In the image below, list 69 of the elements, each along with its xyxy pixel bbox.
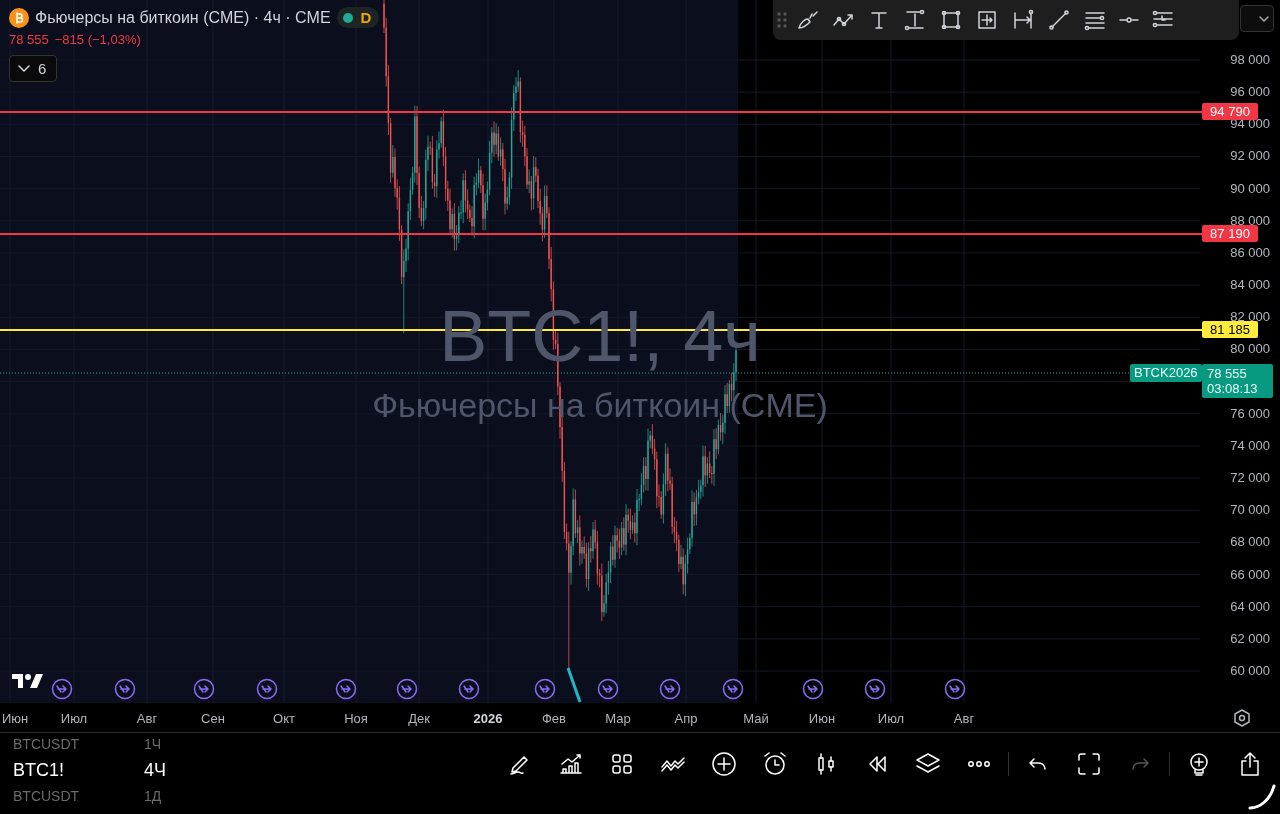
- time-label: Июн: [807, 711, 837, 726]
- more-icon: [967, 760, 991, 768]
- time-label: Апр: [673, 711, 699, 726]
- horizontal-line-icon: [1119, 16, 1139, 24]
- status-dot: [342, 12, 353, 23]
- corner-arc-icon: [1248, 782, 1276, 810]
- price-tick: 92 000: [1230, 148, 1270, 165]
- brush-icon: [795, 8, 819, 32]
- logo-icon: [12, 672, 44, 690]
- chevron-down-icon: [18, 64, 30, 73]
- level-price-label: 94 790: [1202, 103, 1258, 120]
- time-label: Авг: [135, 711, 159, 726]
- time-label: Дек: [407, 711, 431, 726]
- last-price: 78 555: [9, 32, 49, 47]
- price-tick: 84 000: [1230, 277, 1270, 294]
- plus-circle-icon: [711, 751, 737, 777]
- settings-button[interactable]: [1232, 708, 1252, 728]
- bar-chart-icon: [558, 751, 584, 777]
- level-price-label: 81 185: [1202, 321, 1258, 338]
- price-tick: 74 000: [1230, 437, 1270, 454]
- price-tick: 76 000: [1230, 405, 1270, 422]
- price-range-icon: [975, 8, 999, 32]
- price-tick: 62 000: [1230, 630, 1270, 647]
- time-label: Мар: [604, 711, 632, 726]
- time-label: Сен: [200, 711, 226, 726]
- coin-icon: [9, 7, 29, 28]
- time-label: Июл: [876, 711, 906, 726]
- contract-label: BTCK2026: [1130, 364, 1202, 382]
- time-label: Окт: [272, 711, 296, 726]
- bar-countdown: 03:08:13: [1207, 381, 1259, 396]
- dropdown-button[interactable]: [1240, 5, 1274, 32]
- chevron-down-icon: [1259, 15, 1269, 22]
- fullscreen-icon: [1076, 751, 1102, 777]
- price-tick: 80 000: [1230, 341, 1270, 358]
- drag-handle-icon: [777, 12, 787, 28]
- level-price-label: 87 190: [1202, 225, 1258, 242]
- price-tick: 86 000: [1230, 244, 1270, 261]
- price-tick: 90 000: [1230, 180, 1270, 197]
- price-tick: 96 000: [1230, 84, 1270, 101]
- time-label: Авг: [952, 711, 976, 726]
- price-tick: 64 000: [1230, 598, 1270, 615]
- price-tick: 60 000: [1230, 663, 1270, 680]
- time-label: Ноя: [343, 711, 369, 726]
- time-label: Июл: [59, 711, 89, 726]
- symbol-option[interactable]: BTCUSDT 1Д: [13, 785, 166, 807]
- price-tick: 72 000: [1230, 470, 1270, 487]
- symbol-option[interactable]: BTCUSDT 1Ч: [13, 733, 166, 755]
- last-price: 78 555: [1207, 366, 1248, 381]
- time-label: Май: [742, 711, 770, 726]
- price-tick: 66 000: [1230, 566, 1270, 583]
- indicator-line: [566, 667, 582, 703]
- price-tick: 98 000: [1230, 52, 1270, 68]
- time-label: Фев: [541, 711, 567, 726]
- price-change: −815 (−1,03%): [54, 32, 141, 47]
- rectangle-icon: [939, 8, 963, 32]
- collapse-button[interactable]: 6: [9, 55, 57, 82]
- price-tick: 70 000: [1230, 502, 1270, 519]
- settings-icon: [1232, 708, 1252, 728]
- alarm-clock-icon: [762, 751, 788, 777]
- date-range-icon: [1011, 8, 1035, 32]
- time-label: Июн: [2, 711, 29, 726]
- data-mode-label: D: [360, 9, 372, 26]
- anchored-text-icon: [903, 8, 927, 32]
- grid-icon: [609, 751, 635, 777]
- time-label: 2026: [472, 711, 504, 726]
- price-tick: 68 000: [1230, 534, 1270, 551]
- symbol-title[interactable]: Фьючерсы на биткоин (CME) · 4ч · CME: [35, 8, 331, 27]
- symbol-option[interactable]: BTC1! 4Ч: [13, 755, 166, 785]
- line-segment-icon: [1047, 8, 1071, 32]
